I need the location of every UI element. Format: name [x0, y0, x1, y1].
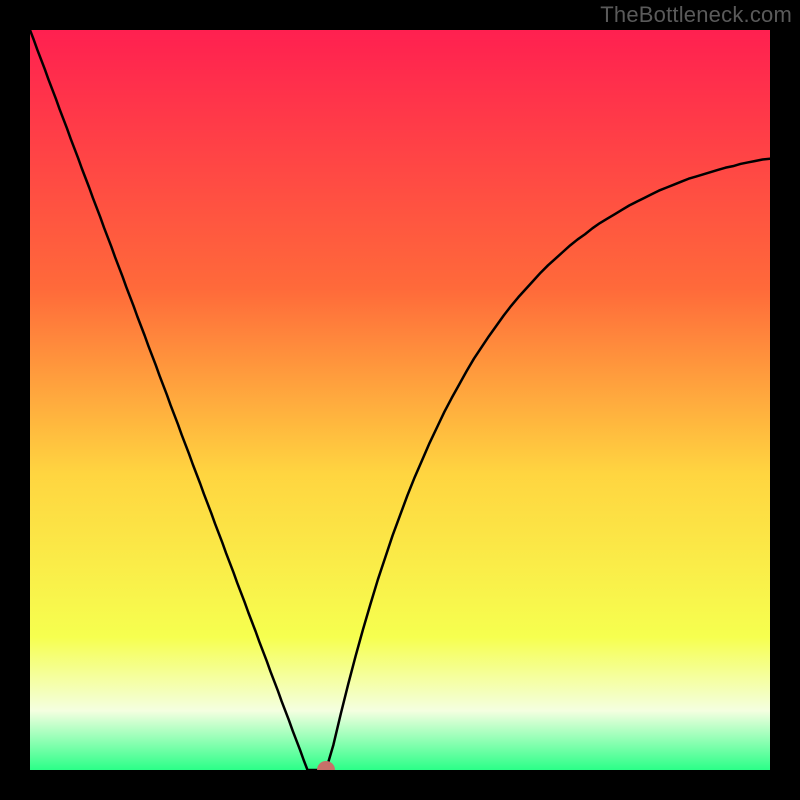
plot-area — [30, 30, 770, 770]
chart-svg — [30, 30, 770, 770]
watermark-text: TheBottleneck.com — [600, 2, 792, 28]
chart-frame: TheBottleneck.com — [0, 0, 800, 800]
gradient-background — [30, 30, 770, 770]
